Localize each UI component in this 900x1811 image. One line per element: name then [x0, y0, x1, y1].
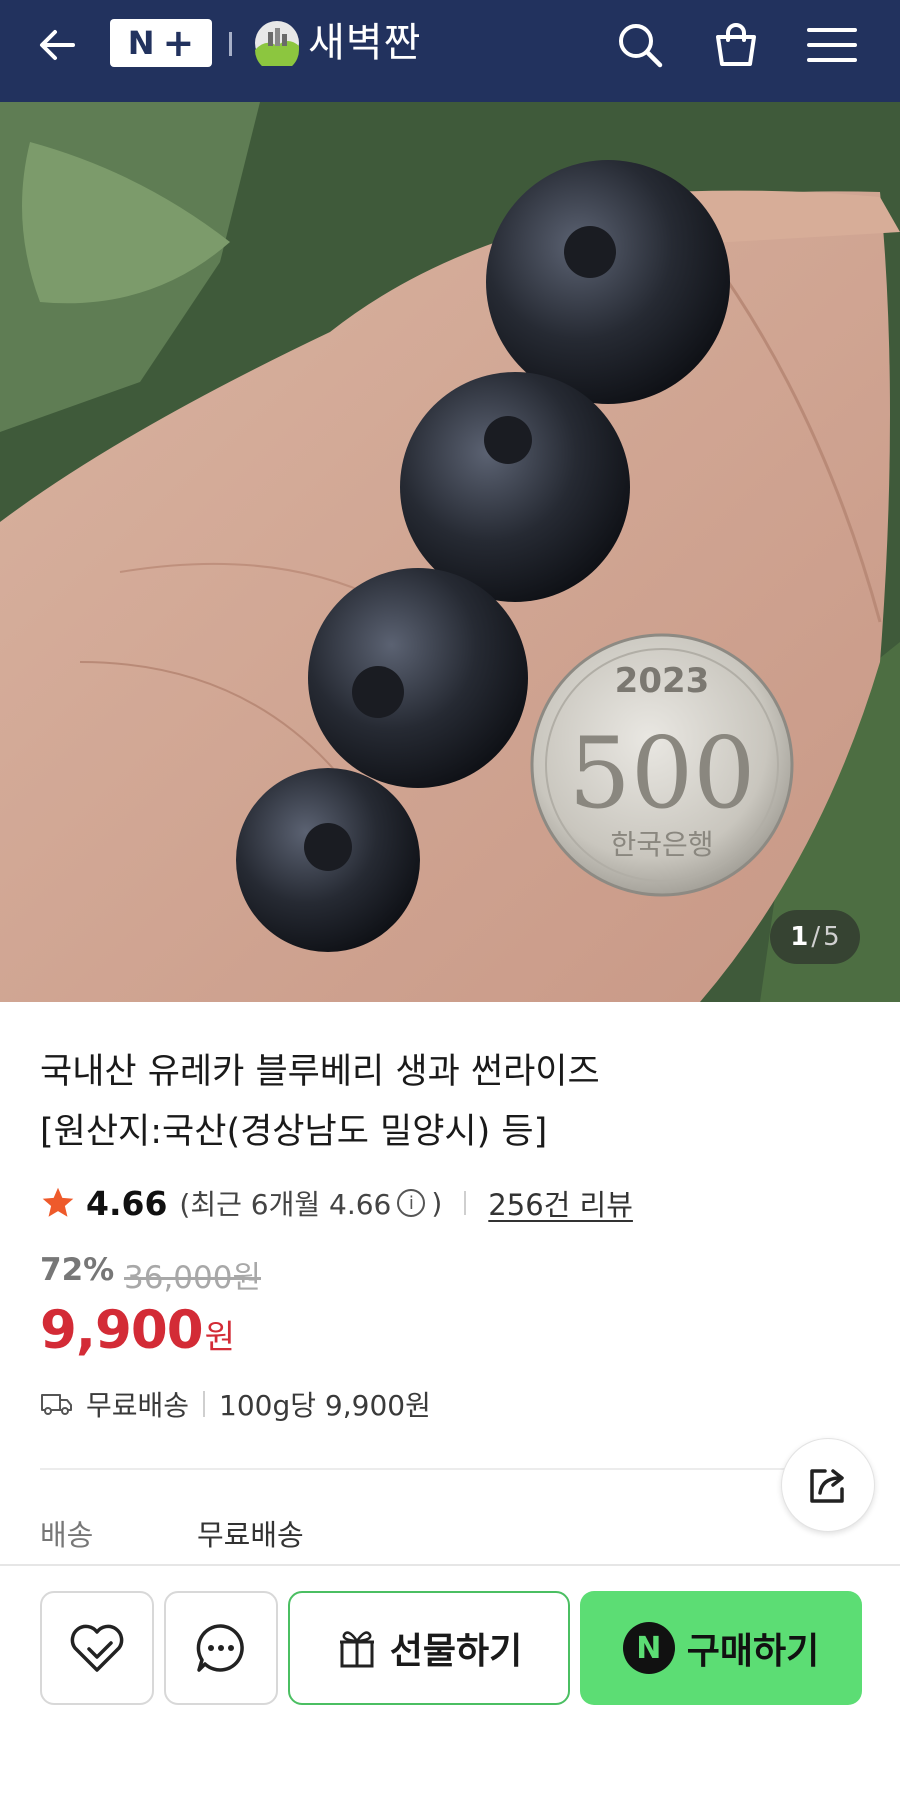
delivery-truck-icon — [41, 1394, 72, 1415]
naver-pay-icon: N — [622, 1622, 675, 1674]
buy-button[interactable]: N 구매하기 — [580, 1591, 862, 1705]
product-title: 국내산 유레카 블루베리 생과 썬라이즈 [원산지:국산(경상남도 밀양시) 등… — [40, 1042, 820, 1162]
coin-issuer-text: 한국은행 — [610, 828, 713, 861]
section-divider — [40, 1468, 820, 1470]
rating-row: 4.66 (최근 6개월 4.66 i ) 256건 리뷰 — [40, 1180, 633, 1226]
naver-plus-logo[interactable]: N + — [110, 19, 212, 67]
recent-rating-text: (최근 6개월 4.66 — [179, 1188, 392, 1221]
rating-score: 4.66 — [86, 1183, 168, 1223]
gift-button-label: 선물하기 — [389, 1631, 523, 1672]
review-count-link[interactable]: 256건 리뷰 — [488, 1182, 633, 1224]
coin-value-text: 500 — [568, 717, 755, 831]
product-title-line1: 국내산 유레카 블루베리 생과 썬라이즈 — [40, 1052, 600, 1092]
share-button[interactable] — [781, 1438, 875, 1532]
sale-price-number: 9,900 — [40, 1300, 204, 1361]
rating-divider — [464, 1191, 467, 1215]
brand-logo-icon — [255, 21, 299, 66]
wishlist-button[interactable] — [40, 1591, 154, 1705]
info-icon[interactable]: i — [397, 1189, 426, 1217]
search-button[interactable] — [610, 15, 670, 75]
sale-price-unit: 원 — [204, 1317, 236, 1356]
product-image-carousel[interactable]: 2023 500 한국은행 1 / 5 — [0, 102, 900, 1002]
shipping-info: 무료배송 100g당 9,900원 — [40, 1384, 431, 1424]
search-icon — [619, 24, 663, 68]
plus-icon: + — [162, 21, 195, 65]
discount-rate: 72% — [40, 1252, 115, 1288]
shipping-text: 무료배송 — [86, 1389, 190, 1422]
recent-rating-close: ) — [431, 1186, 443, 1220]
delivery-label: 배송 — [40, 1518, 94, 1552]
image-counter: 1 / 5 — [770, 910, 860, 964]
image-counter-total: 5 — [823, 922, 840, 952]
buy-button-label: 구매하기 — [686, 1631, 820, 1672]
coin-year-text: 2023 — [615, 661, 710, 701]
back-arrow-icon — [40, 30, 75, 60]
menu-button[interactable] — [802, 15, 862, 75]
hamburger-menu-icon — [807, 28, 857, 62]
brand-name[interactable]: 새벽짠 — [308, 20, 421, 66]
top-header: N + 새벽짠 — [0, 0, 900, 102]
unit-price-text: 100g당 9,900원 — [219, 1389, 431, 1422]
chat-bubble-icon — [196, 1624, 244, 1672]
sale-price: 9,900 원 — [40, 1300, 235, 1361]
product-photo: 2023 500 한국은행 — [0, 102, 900, 1002]
gift-icon — [339, 1631, 374, 1668]
shipping-divider — [203, 1391, 206, 1417]
product-title-line2: [원산지:국산(경상남도 밀양시) 등] — [40, 1112, 548, 1152]
image-counter-separator: / — [811, 922, 821, 952]
gift-button[interactable]: 선물하기 — [288, 1591, 570, 1705]
heart-icon — [70, 1624, 124, 1672]
recent-rating: (최근 6개월 4.66 i ) — [179, 1183, 442, 1223]
image-counter-current: 1 — [790, 922, 809, 952]
shopping-bag-icon — [716, 23, 756, 66]
chat-button[interactable] — [164, 1591, 278, 1705]
share-icon — [810, 1469, 844, 1503]
star-icon — [42, 1187, 74, 1217]
back-button[interactable] — [30, 18, 84, 72]
original-price: 36,000원 — [124, 1260, 261, 1296]
naver-n-letter: N — [127, 24, 155, 62]
cart-button[interactable] — [706, 15, 766, 75]
header-divider — [229, 32, 232, 56]
delivery-value: 무료배송 — [197, 1518, 304, 1552]
